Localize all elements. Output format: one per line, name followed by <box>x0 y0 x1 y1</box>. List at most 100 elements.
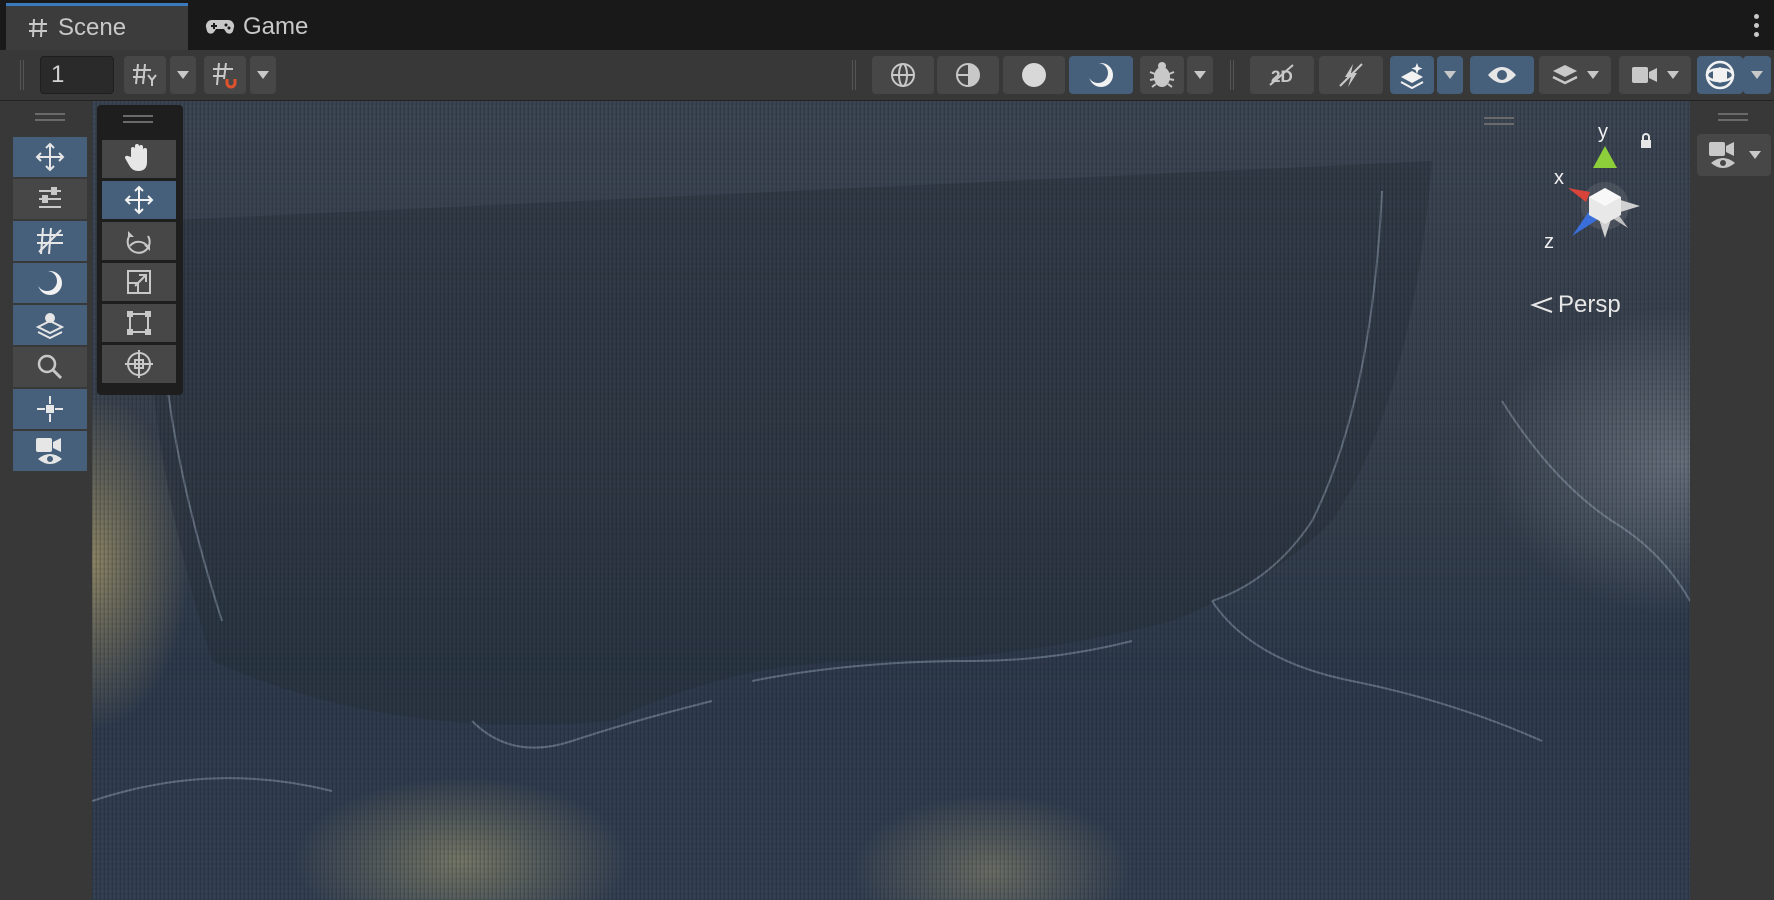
tab-bar: Scene Game <box>0 0 1774 50</box>
right-overlay-panel <box>1690 101 1774 900</box>
debug-draw-mode-button[interactable] <box>1140 56 1184 94</box>
debug-draw-mode-dropdown[interactable] <box>1187 56 1213 94</box>
camera-settings-button[interactable] <box>1619 56 1691 94</box>
lighting-toggle-button[interactable] <box>1319 56 1383 94</box>
chevron-down-icon <box>1194 71 1206 79</box>
gizmos-dropdown[interactable] <box>1743 56 1771 94</box>
gizmos-icon <box>1705 60 1735 90</box>
projection-toggle[interactable]: Persp <box>1530 291 1621 319</box>
hand-icon <box>124 144 147 171</box>
rect-transform-icon <box>127 311 151 335</box>
hand-tool-button[interactable] <box>102 140 176 178</box>
move-icon <box>35 142 65 172</box>
snap-increment-field[interactable] <box>40 56 114 94</box>
scene-viewport[interactable] <box>92 101 1690 900</box>
camera-settings-icon <box>1632 67 1657 83</box>
grid-snap-dropdown[interactable] <box>250 56 276 94</box>
chevron-down-icon <box>1751 71 1763 79</box>
move-tool-button[interactable] <box>102 181 176 219</box>
move-icon <box>124 185 154 215</box>
grid-hash-icon <box>28 18 48 38</box>
scale-icon <box>127 270 151 294</box>
grid-snap-icon <box>213 62 237 89</box>
rotate-tool-button[interactable] <box>102 222 176 260</box>
tab-scene[interactable]: Scene <box>6 3 188 50</box>
pivot-overlay-button[interactable] <box>13 389 87 429</box>
panel-drag-handle[interactable] <box>35 113 65 121</box>
effects-button[interactable] <box>1390 56 1434 94</box>
scale-tool-button[interactable] <box>102 263 176 301</box>
layers-button[interactable] <box>1539 56 1611 94</box>
shading-overlay-button[interactable] <box>13 263 87 303</box>
lock-icon[interactable] <box>1641 140 1651 148</box>
shaded-wireframe-icon <box>956 63 980 87</box>
chevron-down-icon <box>1587 71 1599 79</box>
perspective-icon <box>1530 297 1553 313</box>
gizmos-button[interactable] <box>1697 56 1743 94</box>
gizmo-x-label: x <box>1554 167 1564 189</box>
tools-overlay <box>97 105 183 395</box>
rotate-icon <box>126 231 151 254</box>
layers-icon <box>1552 65 1578 85</box>
grid-visibility-dropdown[interactable] <box>170 56 196 94</box>
scene-visibility-button[interactable] <box>1470 56 1534 94</box>
toolbar-grip[interactable] <box>20 60 24 90</box>
lighting-toggle-icon <box>1339 63 1363 87</box>
scene-visibility-icon <box>1488 67 1516 83</box>
tab-scene-label: Scene <box>58 14 127 41</box>
tab-game-label: Game <box>243 12 309 40</box>
grid-snap-icon <box>37 227 63 255</box>
effects-icon <box>1400 63 1424 89</box>
move-tool-overlay-button[interactable] <box>13 137 87 177</box>
grid-snap-button[interactable] <box>204 56 246 94</box>
gamepad-icon <box>205 17 235 37</box>
wireframe-shading-icon <box>891 63 915 87</box>
camera-preview-overlay-button[interactable] <box>13 431 87 471</box>
shaded-button[interactable] <box>1003 56 1065 94</box>
projection-label: Persp <box>1558 291 1621 318</box>
chevron-down-icon <box>177 71 189 79</box>
svg-text:2D: 2D <box>1271 67 1293 86</box>
transform-tool-button[interactable] <box>102 345 176 383</box>
gizmo-y-axis[interactable] <box>1593 146 1617 168</box>
gizmo-z-label: z <box>1544 231 1554 253</box>
transform-icon <box>125 350 153 378</box>
tab-game[interactable]: Game <box>188 3 338 50</box>
search-icon <box>37 354 63 380</box>
camera-preview-icon <box>1709 142 1735 168</box>
grid-snap-overlay-button[interactable] <box>13 221 87 261</box>
camera-preview-dropdown[interactable] <box>1697 134 1771 176</box>
orientation-gizmo[interactable]: y x z <box>1510 118 1670 258</box>
shading-icon <box>37 271 62 295</box>
shaded-icon <box>1022 63 1046 87</box>
left-overlay-panel <box>0 101 92 900</box>
layers-overlay-button[interactable] <box>13 305 87 345</box>
transform-options-icon <box>39 187 61 208</box>
search-overlay-button[interactable] <box>13 347 87 387</box>
toolbar-grip[interactable] <box>852 60 856 90</box>
lit-shading-button[interactable] <box>1069 56 1133 94</box>
toggle-2d-icon: 2D <box>1269 64 1294 86</box>
scene-toolbar: 2D <box>0 50 1774 101</box>
panel-drag-handle[interactable] <box>1718 113 1748 121</box>
transform-options-button[interactable] <box>13 179 87 219</box>
overlay-drag-handle[interactable] <box>123 115 153 123</box>
grid-visibility-icon <box>133 63 157 86</box>
effects-dropdown[interactable] <box>1437 56 1463 94</box>
rect-tool-button[interactable] <box>102 304 176 342</box>
chevron-down-icon <box>1667 71 1679 79</box>
pivot-icon <box>37 396 63 422</box>
terrain-texture <box>92 101 1690 900</box>
shaded-wireframe-button[interactable] <box>937 56 999 94</box>
gizmo-y-label: y <box>1598 121 1608 143</box>
layers-stack-icon <box>35 313 65 340</box>
gizmo-x-axis[interactable] <box>1568 188 1590 202</box>
toolbar-grip[interactable] <box>1230 60 1234 90</box>
wireframe-shading-button[interactable] <box>872 56 934 94</box>
debug-draw-mode-icon <box>1149 62 1175 88</box>
grid-visibility-button[interactable] <box>124 56 166 94</box>
lit-shading-icon <box>1088 63 1113 87</box>
camera-preview-icon <box>36 438 62 464</box>
toggle-2d-button[interactable]: 2D <box>1250 56 1314 94</box>
more-options-icon[interactable] <box>1754 14 1760 37</box>
